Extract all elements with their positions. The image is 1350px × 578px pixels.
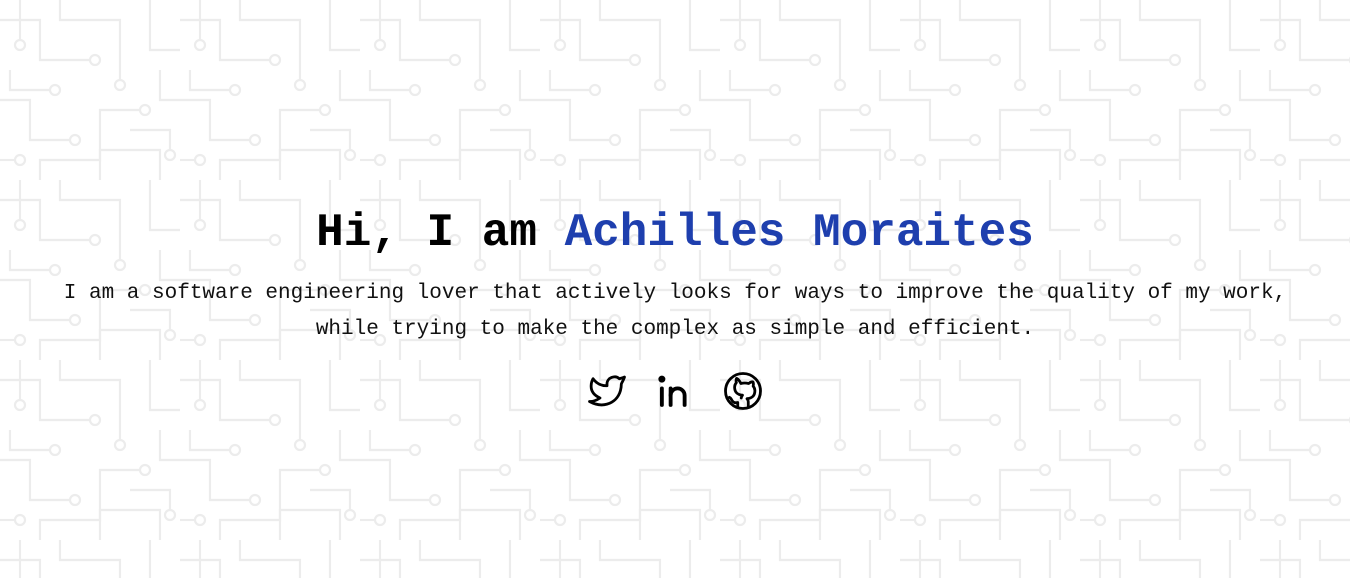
hero-tagline: I am a software engineering lover that a…: [63, 282, 1287, 341]
social-links: [0, 370, 1350, 412]
github-link[interactable]: [722, 370, 764, 412]
greeting-text: Hi, I am: [316, 207, 565, 259]
linkedin-icon: [658, 375, 687, 407]
hero-section: Hi, I am Achilles Moraites I am a softwa…: [0, 0, 1350, 578]
hero-headline: Hi, I am Achilles Moraites: [0, 204, 1350, 262]
github-icon: [724, 372, 762, 410]
linkedin-link[interactable]: [654, 370, 696, 412]
author-name: Achilles Moraites: [564, 207, 1034, 259]
twitter-link[interactable]: [586, 370, 628, 412]
twitter-icon: [588, 375, 626, 407]
